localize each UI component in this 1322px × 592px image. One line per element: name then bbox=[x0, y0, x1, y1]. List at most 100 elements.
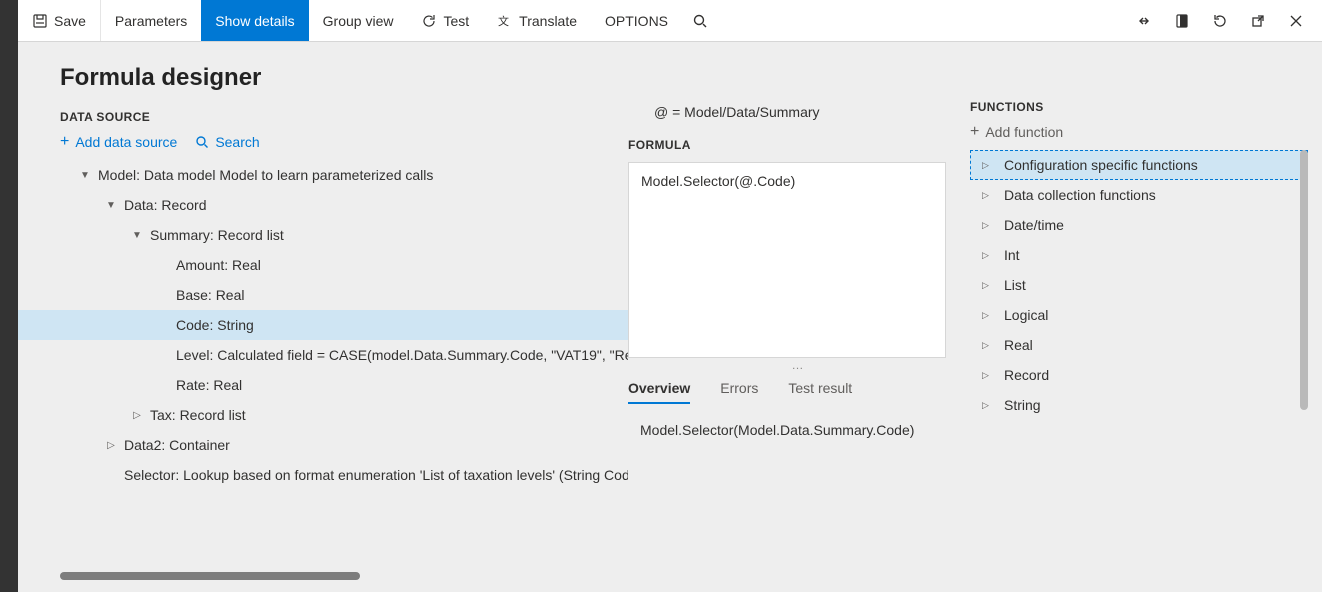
function-category-list: ▷ Configuration specific functions ▷ Dat… bbox=[970, 150, 1308, 420]
tree-label: Code: String bbox=[176, 317, 254, 333]
test-label: Test bbox=[443, 13, 469, 29]
datasource-panel: Formula designer DATA SOURCE + Add data … bbox=[18, 42, 628, 592]
function-category[interactable]: ▷ List bbox=[970, 270, 1308, 300]
tree-node-level[interactable]: Level: Calculated field = CASE(model.Dat… bbox=[60, 340, 628, 370]
chevron-right-icon: ▷ bbox=[982, 160, 996, 171]
chevron-down-icon: ▼ bbox=[78, 170, 92, 181]
tree-node-selector[interactable]: Selector: Lookup based on format enumera… bbox=[60, 460, 628, 490]
function-category[interactable]: ▷ Real bbox=[970, 330, 1308, 360]
link-icon bbox=[1136, 13, 1152, 29]
tree-node-rate[interactable]: Rate: Real bbox=[60, 370, 628, 400]
function-category-label: Int bbox=[1004, 247, 1020, 263]
search-icon bbox=[195, 135, 209, 149]
save-label: Save bbox=[54, 13, 86, 29]
function-category-label: String bbox=[1004, 397, 1041, 413]
function-category-label: Date/time bbox=[1004, 217, 1064, 233]
tree-node-code[interactable]: Code: String bbox=[18, 310, 628, 340]
chevron-down-icon: ▼ bbox=[130, 230, 144, 241]
add-datasource-label: Add data source bbox=[75, 134, 177, 150]
app-left-strip bbox=[0, 0, 18, 592]
search-button[interactable] bbox=[682, 0, 718, 41]
toolbar: Save Parameters Show details Group view … bbox=[18, 0, 1322, 42]
tree-label: Model: Data model Model to learn paramet… bbox=[98, 167, 433, 183]
office-button[interactable] bbox=[1164, 3, 1200, 39]
function-category[interactable]: ▷ Logical bbox=[970, 300, 1308, 330]
function-category[interactable]: ▷ Record bbox=[970, 360, 1308, 390]
tab-test-result[interactable]: Test result bbox=[788, 380, 852, 404]
attach-button[interactable] bbox=[1126, 3, 1162, 39]
tab-errors[interactable]: Errors bbox=[720, 380, 758, 404]
tree-label: Level: Calculated field = CASE(model.Dat… bbox=[176, 347, 628, 363]
tree-node-tax[interactable]: ▷ Tax: Record list bbox=[60, 400, 628, 430]
chevron-right-icon: ▷ bbox=[982, 340, 996, 351]
formula-expression: Model.Selector(@.Code) bbox=[641, 173, 795, 189]
test-button[interactable]: Test bbox=[407, 0, 483, 41]
function-category-label: Real bbox=[1004, 337, 1033, 353]
refresh-page-button[interactable] bbox=[1202, 3, 1238, 39]
close-button[interactable] bbox=[1278, 3, 1314, 39]
function-category-label: Data collection functions bbox=[1004, 187, 1156, 203]
parameters-button[interactable]: Parameters bbox=[101, 0, 201, 41]
resize-handle[interactable]: … bbox=[628, 358, 970, 372]
add-function-button[interactable]: + Add function bbox=[970, 124, 1308, 150]
tree-node-amount[interactable]: Amount: Real bbox=[60, 250, 628, 280]
function-category-label: List bbox=[1004, 277, 1026, 293]
tree-node-data[interactable]: ▼ Data: Record bbox=[60, 190, 628, 220]
tree-node-model[interactable]: ▼ Model: Data model Model to learn param… bbox=[60, 160, 628, 190]
chevron-right-icon: ▷ bbox=[982, 280, 996, 291]
show-details-button[interactable]: Show details bbox=[201, 0, 308, 41]
svg-text:文: 文 bbox=[498, 14, 509, 28]
datasource-header: DATA SOURCE bbox=[18, 96, 628, 134]
refresh-icon bbox=[1212, 13, 1228, 29]
chevron-right-icon: ▷ bbox=[982, 400, 996, 411]
chevron-right-icon: ▷ bbox=[104, 440, 118, 451]
function-category[interactable]: ▷ Data collection functions bbox=[970, 180, 1308, 210]
horizontal-scrollbar[interactable] bbox=[60, 572, 360, 580]
content-area: Formula designer DATA SOURCE + Add data … bbox=[18, 42, 1322, 592]
datasource-search-button[interactable]: Search bbox=[195, 134, 259, 150]
options-button[interactable]: OPTIONS bbox=[591, 0, 682, 41]
translate-button[interactable]: 文 Translate bbox=[483, 0, 591, 41]
tree-label: Data: Record bbox=[124, 197, 206, 213]
plus-icon: + bbox=[60, 134, 69, 150]
function-category[interactable]: ▷ Int bbox=[970, 240, 1308, 270]
group-view-button[interactable]: Group view bbox=[309, 0, 408, 41]
tree-label: Amount: Real bbox=[176, 257, 261, 273]
chevron-right-icon: ▷ bbox=[982, 220, 996, 231]
close-icon bbox=[1288, 13, 1304, 29]
function-category-label: Record bbox=[1004, 367, 1049, 383]
options-label: OPTIONS bbox=[605, 13, 668, 29]
vertical-scrollbar[interactable] bbox=[1300, 150, 1308, 410]
formula-result: Model.Selector(Model.Data.Summary.Code) bbox=[628, 404, 970, 438]
chevron-right-icon: ▷ bbox=[982, 310, 996, 321]
translate-icon: 文 bbox=[497, 13, 513, 29]
parameters-label: Parameters bbox=[115, 13, 187, 29]
functions-panel: FUNCTIONS + Add function ▷ Configuration… bbox=[970, 42, 1322, 592]
add-datasource-button[interactable]: + Add data source bbox=[60, 134, 177, 150]
save-button[interactable]: Save bbox=[18, 0, 100, 41]
tab-overview[interactable]: Overview bbox=[628, 380, 690, 404]
function-category-label: Configuration specific functions bbox=[1004, 157, 1198, 173]
tree-label: Summary: Record list bbox=[150, 227, 284, 243]
function-category[interactable]: ▷ Configuration specific functions bbox=[970, 150, 1308, 180]
function-category[interactable]: ▷ Date/time bbox=[970, 210, 1308, 240]
formula-header: FORMULA bbox=[628, 126, 970, 162]
tree-node-base[interactable]: Base: Real bbox=[60, 280, 628, 310]
office-icon bbox=[1174, 13, 1190, 29]
chevron-right-icon: ▷ bbox=[982, 190, 996, 201]
refresh-icon bbox=[421, 13, 437, 29]
tree-label: Base: Real bbox=[176, 287, 244, 303]
formula-context: @ = Model/Data/Summary bbox=[628, 100, 970, 126]
chevron-down-icon: ▼ bbox=[104, 200, 118, 211]
chevron-right-icon: ▷ bbox=[982, 370, 996, 381]
page-title: Formula designer bbox=[18, 64, 628, 96]
popout-button[interactable] bbox=[1240, 3, 1276, 39]
datasource-search-label: Search bbox=[215, 134, 259, 150]
tree-label: Data2: Container bbox=[124, 437, 230, 453]
tree-node-data2[interactable]: ▷ Data2: Container bbox=[60, 430, 628, 460]
formula-editor[interactable]: Model.Selector(@.Code) bbox=[628, 162, 946, 358]
function-category[interactable]: ▷ String bbox=[970, 390, 1308, 420]
datasource-tree: ▼ Model: Data model Model to learn param… bbox=[18, 160, 628, 592]
search-icon bbox=[692, 13, 708, 29]
tree-node-summary[interactable]: ▼ Summary: Record list bbox=[60, 220, 628, 250]
